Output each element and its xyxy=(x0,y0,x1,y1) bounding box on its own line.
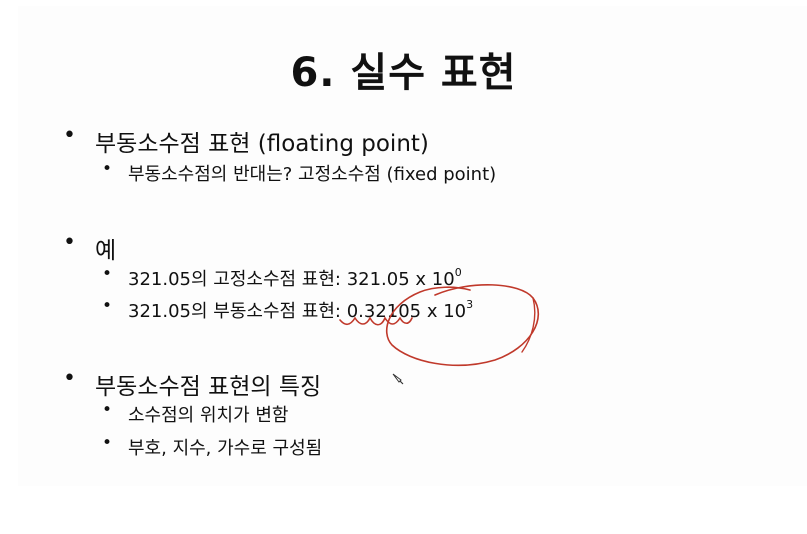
bullet-dot: • xyxy=(102,264,113,284)
bullet-characteristics: • 부동소수점 표현의 특징 xyxy=(63,366,322,401)
bullet-dot: • xyxy=(102,296,113,316)
sub-bullet-components: • 부호, 지수, 가수로 구성됨 xyxy=(102,433,323,460)
bullet-text: 예 xyxy=(95,238,117,264)
sub-bullet-fixed-example: • 321.05의 고정소수점 표현: 321.05 x 100 xyxy=(102,264,462,291)
bullet-dot: • xyxy=(102,433,113,453)
bullet-dot: • xyxy=(102,400,113,420)
sub-bullet-position: • 소수점의 위치가 변함 xyxy=(102,400,289,427)
pen-cursor-icon xyxy=(392,373,404,385)
sub-bullet-opposite: • 부동소수점의 반대는? 고정소수점 (fixed point) xyxy=(102,159,497,186)
sub-bullet-text: 321.05의 고정소수점 표현: 321.05 x 10 xyxy=(128,269,455,290)
sub-bullet-text: 부동소수점의 반대는? 고정소수점 (fixed point) xyxy=(128,164,497,185)
bullet-example: • 예 xyxy=(63,230,117,265)
exponent: 3 xyxy=(466,298,474,311)
bullet-text: 부동소수점 표현의 특징 xyxy=(95,374,322,400)
bullet-floating-point: • 부동소수점 표현 (floating point) xyxy=(63,123,429,158)
sub-bullet-text: 소수점의 위치가 변함 xyxy=(128,405,289,426)
bullet-text: 부동소수점 표현 (floating point) xyxy=(95,131,429,157)
bullet-dot: • xyxy=(63,366,76,391)
sub-bullet-floating-example: • 321.05의 부동소수점 표현: 0.32105 x 103 xyxy=(102,296,474,323)
bullet-dot: • xyxy=(102,159,113,179)
bullet-dot: • xyxy=(63,123,76,148)
exponent: 0 xyxy=(454,266,462,279)
bullet-dot: • xyxy=(63,230,76,255)
slide-title: 6. 실수 표현 xyxy=(290,50,517,96)
sub-bullet-text: 321.05의 부동소수점 표현: 0.32105 x 10 xyxy=(128,301,467,322)
sub-bullet-text: 부호, 지수, 가수로 구성됨 xyxy=(128,438,323,459)
